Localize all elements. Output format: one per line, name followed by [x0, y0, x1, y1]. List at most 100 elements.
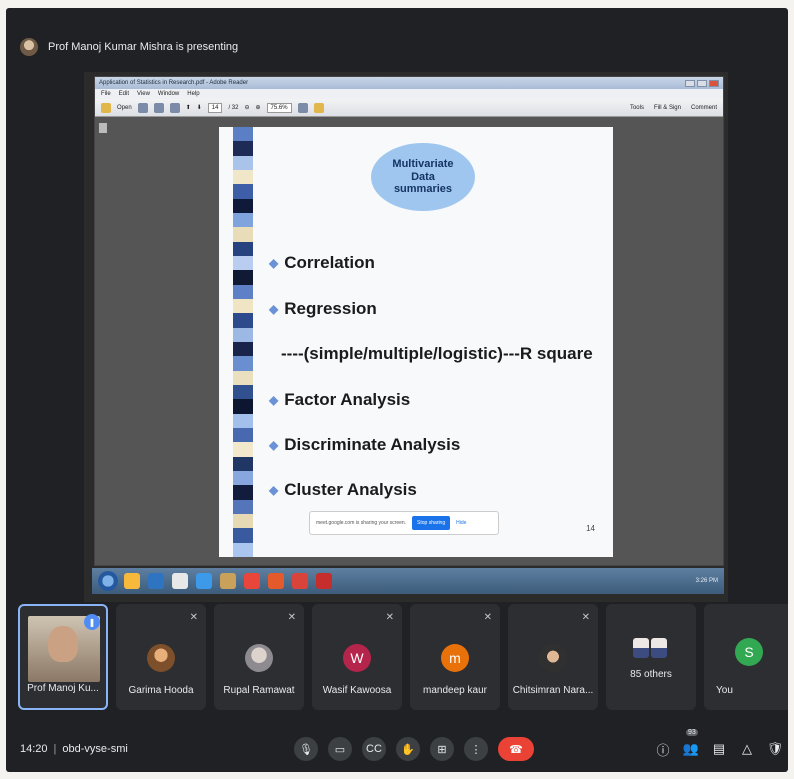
- present-icon[interactable]: ⊞: [430, 737, 454, 761]
- participant-name: Chitsimran Nara...: [512, 685, 594, 696]
- stripe-segment: [233, 442, 253, 457]
- next-page-icon[interactable]: ⬇: [197, 104, 202, 111]
- mic-off-icon: ✕: [483, 612, 492, 623]
- hide-button[interactable]: Hide: [456, 520, 466, 526]
- camera-icon[interactable]: ▭: [328, 737, 352, 761]
- stripe-segment: [233, 212, 253, 228]
- stripe-segment: [233, 127, 253, 142]
- stripe-segment: [233, 399, 253, 414]
- taskbar-icons: [124, 573, 332, 589]
- bullet-diamond-icon: ◆: [269, 302, 279, 316]
- page-total: / 32: [228, 104, 239, 111]
- taskbar-app-icon[interactable]: [124, 573, 140, 589]
- fill-sign-button[interactable]: Fill & Sign: [654, 105, 681, 111]
- fit-page-icon[interactable]: [297, 102, 308, 113]
- stop-sharing-button[interactable]: Stop sharing: [412, 516, 451, 530]
- menu-edit[interactable]: Edit: [119, 91, 129, 97]
- zoom-out-icon[interactable]: ⊖: [244, 104, 249, 111]
- menu-help[interactable]: Help: [187, 91, 199, 97]
- stripe-segment: [233, 356, 253, 371]
- stripe-segment: [233, 427, 253, 443]
- people-icon[interactable]: 👥 93: [682, 729, 700, 757]
- slide-decor-stripe: [233, 127, 253, 557]
- activities-icon[interactable]: △: [738, 741, 756, 757]
- taskbar-app-icon[interactable]: [268, 573, 284, 589]
- taskbar-app-icon[interactable]: [220, 573, 236, 589]
- avatar: [651, 638, 667, 658]
- slide-page: Multivariate Data summaries ◆ Correlation…: [219, 127, 613, 557]
- host-controls-icon[interactable]: 🛡: [766, 741, 784, 757]
- attachment-icon[interactable]: [99, 123, 107, 133]
- participant-tile-self[interactable]: S You: [704, 604, 788, 710]
- zoom-in-icon[interactable]: ⊕: [255, 104, 260, 111]
- avatar: m: [441, 644, 469, 672]
- mic-off-icon: ✕: [385, 612, 394, 623]
- slide-title-line: Data: [411, 170, 435, 183]
- call-controls: 🎙 ▭ CC ✋ ⊞ ⋮ ☎: [294, 737, 534, 761]
- share-banner-text: meet.google.com is sharing your screen.: [316, 520, 407, 526]
- taskbar-app-icon[interactable]: [148, 573, 164, 589]
- shared-screen: Application of Statistics in Research.pd…: [84, 72, 728, 602]
- stripe-segment: [233, 528, 253, 543]
- email-icon[interactable]: [169, 102, 180, 113]
- participant-tile-others[interactable]: 85 others: [606, 604, 696, 710]
- participant-name: Wasif Kawoosa: [322, 685, 392, 696]
- mic-off-icon: ✕: [189, 612, 198, 623]
- menu-window[interactable]: Window: [158, 91, 179, 97]
- taskbar-app-icon[interactable]: [172, 573, 188, 589]
- microphone-icon[interactable]: 🎙: [294, 737, 318, 761]
- toolbar-right: Tools Fill & Sign Comment: [630, 105, 717, 111]
- bullet-text: Factor Analysis: [284, 390, 411, 409]
- avatar: W: [343, 644, 371, 672]
- regression-subline: ----(simple/multiple/logistic)---R squar…: [281, 344, 593, 363]
- comment-icon[interactable]: [313, 102, 324, 113]
- stripe-segment: [233, 227, 253, 242]
- stripe-segment: [233, 499, 253, 514]
- maximize-icon[interactable]: [697, 79, 707, 87]
- reader-titlebar: Application of Statistics in Research.pd…: [95, 77, 723, 89]
- bullet-factor-analysis: ◆ Factor Analysis: [269, 390, 410, 410]
- meeting-info-separator: |: [53, 743, 57, 755]
- chat-icon[interactable]: ▤: [710, 741, 728, 757]
- bullet-diamond-icon: ◆: [269, 438, 279, 452]
- captions-icon[interactable]: CC: [362, 737, 386, 761]
- taskbar-app-icon[interactable]: [292, 573, 308, 589]
- reader-menubar: File Edit View Window Help: [95, 89, 723, 99]
- more-options-icon[interactable]: ⋮: [464, 737, 488, 761]
- close-icon[interactable]: [709, 79, 719, 87]
- end-call-button[interactable]: ☎: [498, 737, 534, 761]
- participant-tile[interactable]: ✕ Rupal Ramawat: [214, 604, 304, 710]
- menu-file[interactable]: File: [101, 91, 111, 97]
- tools-button[interactable]: Tools: [630, 105, 644, 111]
- participant-tile[interactable]: ✕ W Wasif Kawoosa: [312, 604, 402, 710]
- participant-tile[interactable]: ❚ Prof Manoj Ku...: [18, 604, 108, 710]
- taskbar-app-icon[interactable]: [196, 573, 212, 589]
- open-folder-icon[interactable]: [101, 102, 111, 113]
- stripe-segment: [233, 241, 253, 256]
- zoom-select[interactable]: 75.6%: [266, 102, 292, 113]
- window-buttons: [685, 79, 719, 87]
- stripe-segment: [233, 169, 253, 185]
- info-icon[interactable]: ⓘ: [654, 740, 672, 759]
- page-input[interactable]: 14: [207, 102, 223, 113]
- menu-view[interactable]: View: [137, 91, 150, 97]
- taskbar-app-icon[interactable]: [316, 573, 332, 589]
- open-button[interactable]: Open: [117, 105, 132, 111]
- bullet-text: Cluster Analysis: [284, 480, 417, 499]
- taskbar-app-icon[interactable]: [244, 573, 260, 589]
- start-button[interactable]: [98, 571, 118, 591]
- comment-button[interactable]: Comment: [691, 105, 717, 111]
- print-icon[interactable]: [153, 102, 164, 113]
- meet-bottom-bar: 14:20 | obd-vyse-smi 🎙 ▭ CC ✋ ⊞ ⋮ ☎ ⓘ 👥 93 …: [6, 726, 788, 772]
- participant-tile[interactable]: ✕ Chitsimran Nara...: [508, 604, 598, 710]
- save-icon[interactable]: [137, 102, 148, 113]
- minimize-icon[interactable]: [685, 79, 695, 87]
- participant-tile[interactable]: ✕ Garima Hooda: [116, 604, 206, 710]
- stripe-segment: [233, 184, 253, 199]
- prev-page-icon[interactable]: ⬆: [186, 104, 191, 111]
- slide-title-line: Multivariate: [392, 158, 454, 171]
- raise-hand-icon[interactable]: ✋: [396, 737, 420, 761]
- stripe-segment: [233, 470, 253, 486]
- bullet-text: Discriminate Analysis: [284, 435, 461, 454]
- participant-tile[interactable]: ✕ m mandeep kaur: [410, 604, 500, 710]
